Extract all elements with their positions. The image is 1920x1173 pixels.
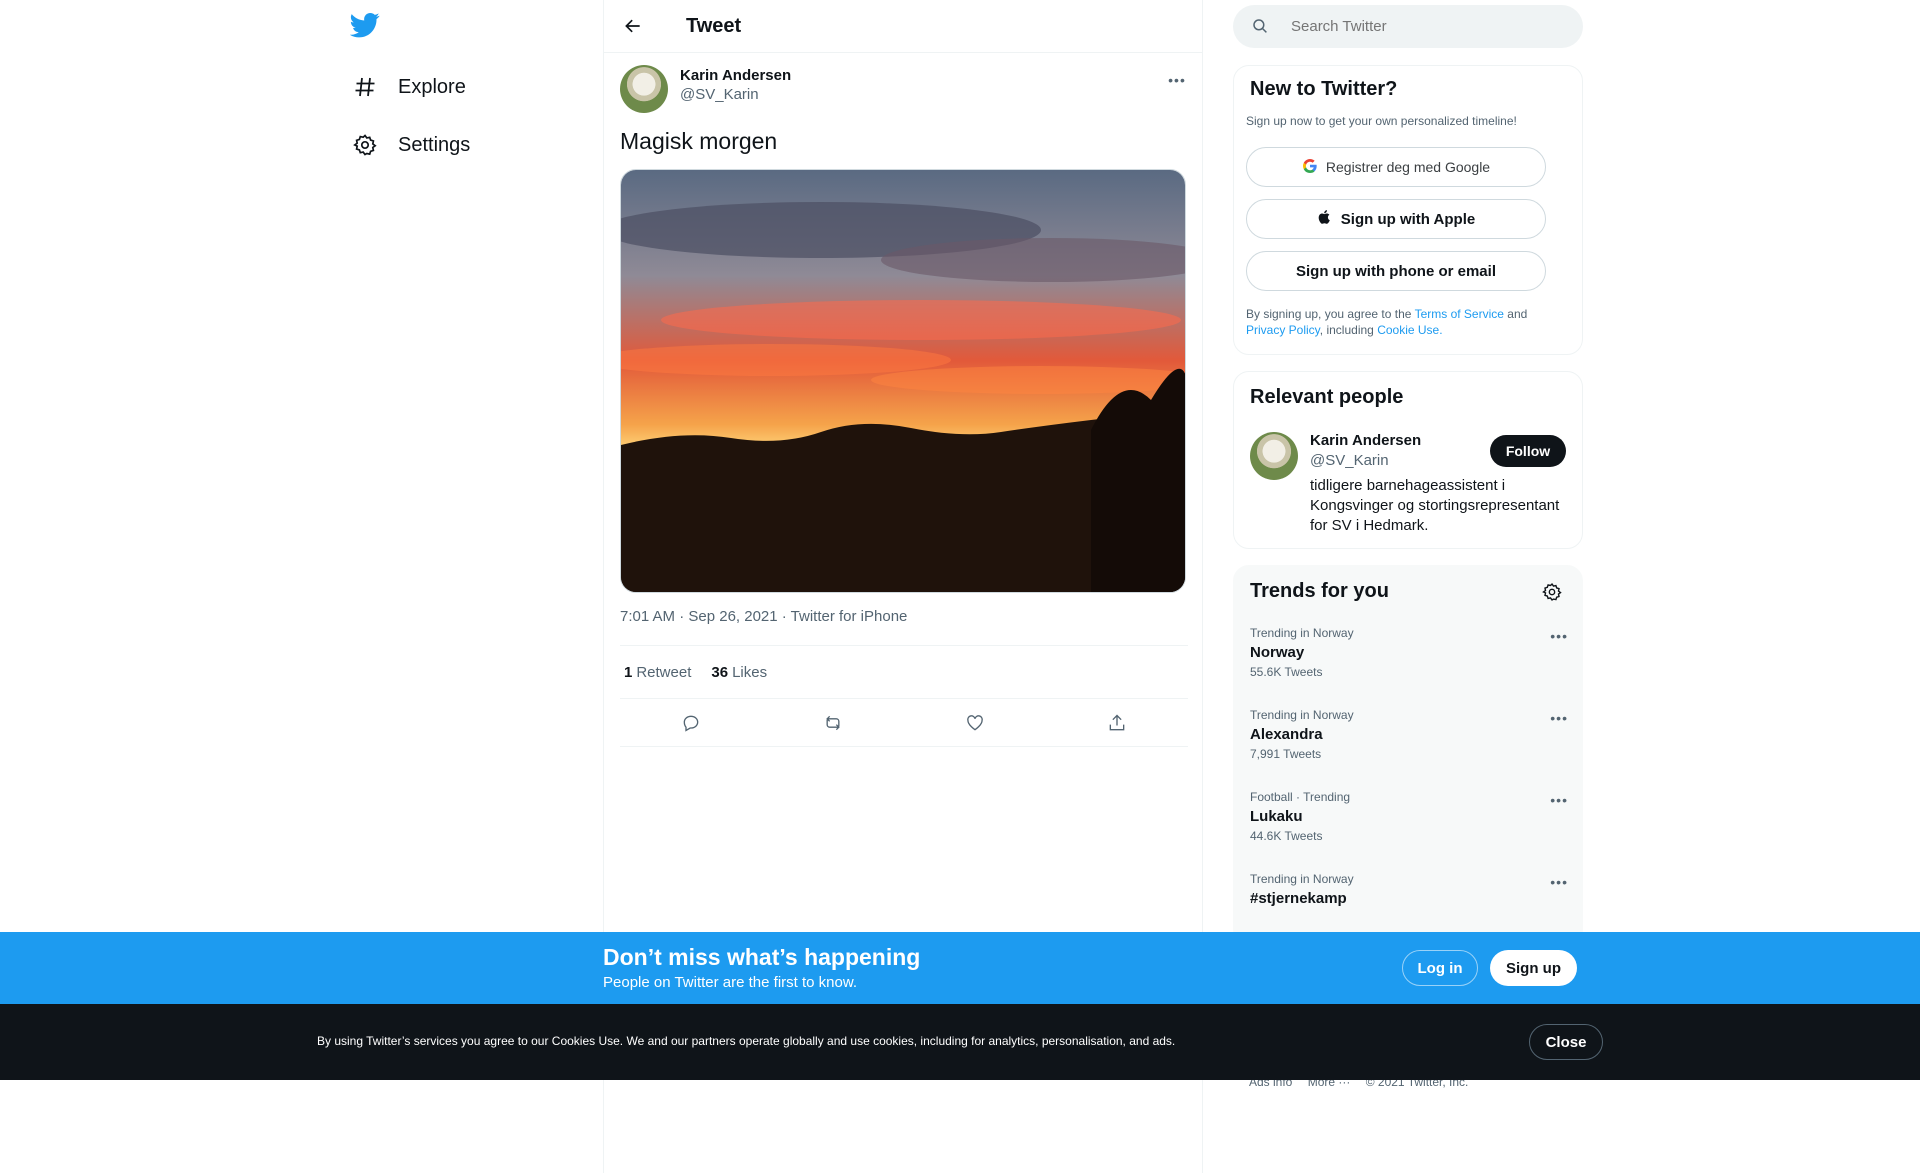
trend-name: Lukaku — [1250, 808, 1303, 825]
relevant-people-card: Relevant people Karin Andersen @SV_Karin… — [1233, 371, 1583, 549]
trend-context: Football · Trending — [1250, 790, 1351, 804]
share-icon[interactable] — [1097, 703, 1137, 743]
tweet-photo[interactable] — [620, 169, 1186, 593]
trends-settings-gear-icon[interactable] — [1540, 580, 1564, 604]
more-options-icon[interactable]: ••• — [1550, 710, 1568, 726]
google-signup-label: Registrer deg med Google — [1325, 159, 1491, 175]
hashtag-icon — [352, 74, 378, 100]
avatar[interactable] — [620, 65, 668, 113]
retweet-count[interactable]: 1 — [624, 664, 632, 681]
trend-name: #stjernekamp — [1250, 890, 1347, 907]
trend-item[interactable]: Trending in Norway Norway 55.6K Tweets •… — [1250, 626, 1568, 696]
nav-settings-label: Settings — [398, 133, 471, 156]
page-title: Tweet — [686, 14, 742, 37]
more-options-icon[interactable]: ••• — [1550, 628, 1568, 644]
trend-item[interactable]: Football · Trending Lukaku 44.6K Tweets … — [1250, 790, 1568, 860]
login-button[interactable]: Log in — [1402, 950, 1478, 986]
search-icon — [1251, 17, 1271, 37]
tweet-author: Karin Andersen @SV_Karin ••• — [620, 65, 1188, 113]
follow-button[interactable]: Follow — [1490, 435, 1566, 467]
more-options-icon[interactable]: ••• — [1550, 792, 1568, 808]
trends-title: Trends for you — [1250, 580, 1389, 602]
trend-count: 7,991 Tweets — [1250, 747, 1322, 761]
signup-subtitle: Sign up now to get your own personalized… — [1246, 114, 1517, 128]
gear-icon — [352, 132, 378, 158]
more-options-icon[interactable]: ••• — [1166, 69, 1188, 91]
privacy-link[interactable]: Privacy Policy — [1246, 323, 1320, 337]
legal-prefix: By signing up, you agree to the — [1246, 307, 1412, 321]
person-bio: tidligere barnehageassistent i Kongsving… — [1310, 477, 1560, 534]
back-arrow-icon[interactable] — [616, 9, 650, 43]
retweet-icon[interactable] — [813, 703, 853, 743]
legal-including: , including — [1319, 323, 1374, 337]
tweet-text: Magisk morgen — [620, 128, 778, 154]
avatar[interactable] — [1250, 432, 1298, 480]
reply-icon[interactable] — [671, 703, 711, 743]
cookie-notice: By using Twitter’s services you agree to… — [0, 1004, 1920, 1080]
person-handle[interactable]: @SV_Karin — [1310, 452, 1389, 469]
trend-context: Trending in Norway — [1250, 626, 1354, 640]
google-icon — [1302, 158, 1318, 177]
person-name[interactable]: Karin Andersen — [1310, 432, 1421, 449]
author-name[interactable]: Karin Andersen — [680, 67, 791, 84]
banner-subtitle: People on Twitter are the first to know. — [603, 974, 858, 991]
signup-button[interactable]: Sign up — [1490, 950, 1577, 986]
login-banner: Don’t miss what’s happening People on Tw… — [0, 932, 1920, 1004]
retweet-label[interactable]: Retweet — [636, 664, 691, 681]
like-count[interactable]: 36 — [711, 664, 728, 681]
trend-context: Trending in Norway — [1250, 872, 1354, 886]
trend-name: Norway — [1250, 644, 1305, 661]
sunset-photo — [621, 170, 1185, 592]
trend-count: 44.6K Tweets — [1250, 829, 1323, 843]
cookie-text: By using Twitter’s services you agree to… — [317, 1034, 1176, 1048]
terms-link[interactable]: Terms of Service — [1415, 307, 1504, 321]
tweet-header: Tweet — [604, 0, 1202, 53]
nav-explore-label: Explore — [398, 75, 466, 98]
author-handle[interactable]: @SV_Karin — [680, 86, 791, 103]
phone-email-signup-button[interactable]: Sign up with phone or email — [1246, 251, 1546, 291]
relevant-people-title: Relevant people — [1250, 386, 1404, 408]
apple-icon — [1317, 209, 1333, 229]
legal-and: and — [1507, 307, 1528, 321]
search-bar[interactable] — [1233, 5, 1583, 48]
tweet-actions — [620, 699, 1188, 747]
trends-card: Trends for you Trending in Norway Norway… — [1233, 565, 1583, 945]
trend-item[interactable]: Trending in Norway Alexandra 7,991 Tweet… — [1250, 708, 1568, 778]
close-button[interactable]: Close — [1529, 1024, 1603, 1060]
like-label[interactable]: Likes — [732, 664, 767, 681]
apple-signup-button[interactable]: Sign up with Apple — [1246, 199, 1546, 239]
signup-card: New to Twitter? Sign up now to get your … — [1233, 65, 1583, 355]
trend-name: Alexandra — [1250, 726, 1323, 743]
banner-headline: Don’t miss what’s happening — [603, 944, 921, 970]
trend-count: 55.6K Tweets — [1250, 665, 1323, 679]
nav-settings[interactable]: Settings — [352, 120, 470, 170]
heart-icon[interactable] — [955, 703, 995, 743]
twitter-logo-icon[interactable] — [349, 10, 384, 44]
tweet-timestamp[interactable]: 7:01 AM · Sep 26, 2021 · Twitter for iPh… — [620, 608, 907, 625]
google-signup-button[interactable]: Registrer deg med Google — [1246, 147, 1546, 187]
signup-title: New to Twitter? — [1250, 78, 1398, 100]
trend-context: Trending in Norway — [1250, 708, 1354, 722]
nav-explore[interactable]: Explore — [352, 62, 466, 112]
search-input[interactable] — [1291, 18, 1541, 35]
tweet-stats: 1 Retweet 36 Likes — [620, 645, 1188, 699]
signup-legal-text: By signing up, you agree to the Terms of… — [1246, 306, 1566, 338]
more-options-icon[interactable]: ••• — [1550, 874, 1568, 890]
apple-signup-label: Sign up with Apple — [1340, 210, 1476, 228]
cookie-use-link[interactable]: Cookie Use. — [1377, 323, 1442, 337]
